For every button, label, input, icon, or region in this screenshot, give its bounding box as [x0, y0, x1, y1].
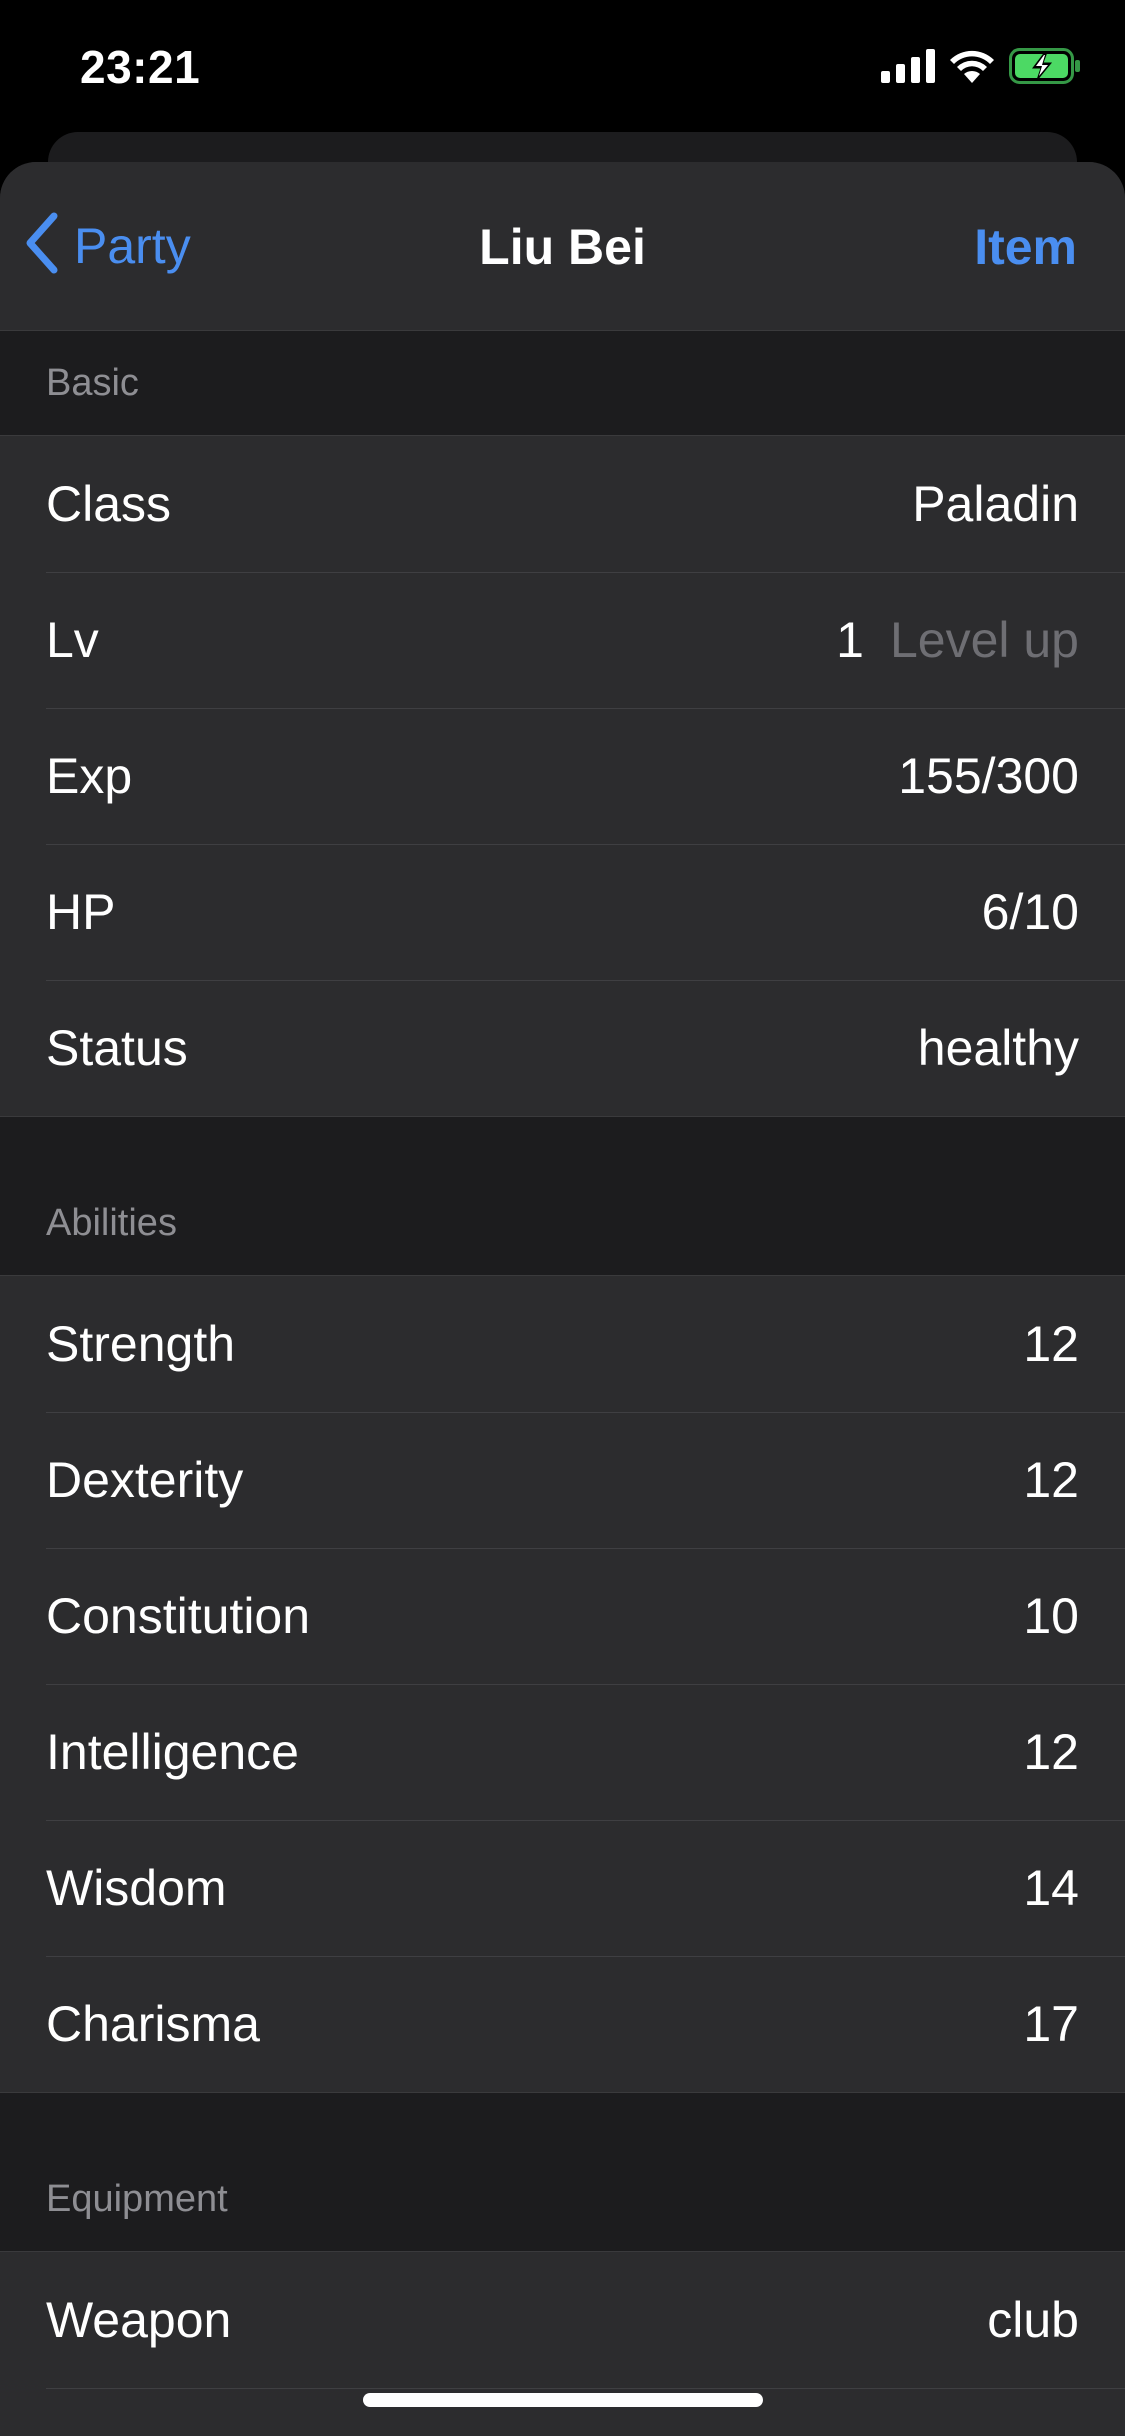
status-icons	[881, 48, 1081, 89]
status-time: 23:21	[80, 41, 201, 93]
basic-group: Class Paladin Lv 1 Level up Exp 155/300 …	[0, 435, 1125, 1117]
row-label: Charisma	[46, 1996, 260, 2052]
row-value: 1	[836, 612, 864, 668]
row-label: HP	[46, 884, 116, 940]
section-header-equipment: Equipment	[0, 2093, 1125, 2251]
section-title-abilities: Abilities	[46, 1202, 177, 1244]
row-level: Lv 1 Level up	[0, 572, 1125, 708]
row-label: Constitution	[46, 1588, 311, 1644]
row-hp: HP 6/10	[0, 844, 1125, 980]
row-label: Exp	[46, 748, 133, 804]
row-wisdom: Wisdom 14	[0, 1820, 1125, 1956]
row-value: healthy	[917, 1020, 1079, 1076]
row-label: Weapon	[46, 2292, 232, 2348]
page-title: Liu Bei	[479, 219, 646, 275]
section-title-basic: Basic	[46, 362, 139, 404]
item-button[interactable]: Item	[974, 218, 1077, 276]
row-class: Class Paladin	[0, 436, 1125, 572]
navigation-bar: Party Liu Bei Item	[0, 162, 1125, 331]
row-status: Status healthy	[0, 980, 1125, 1116]
row-label: Status	[46, 1020, 188, 1076]
row-value: 12	[1023, 1724, 1079, 1780]
row-label: Class	[46, 476, 172, 532]
equipment-group: Weapon club Shield	[0, 2251, 1125, 2436]
row-label: Dexterity	[46, 1452, 244, 1508]
section-header-abilities: Abilities	[0, 1117, 1125, 1275]
status-bar: 23:21	[0, 0, 1125, 132]
row-exp: Exp 155/300	[0, 708, 1125, 844]
screen: 23:21 Party Liu Bei Item Basic Class Pal…	[0, 0, 1125, 2436]
home-indicator[interactable]	[363, 2393, 763, 2407]
row-value: 12	[1023, 1452, 1079, 1508]
row-label: Wisdom	[46, 1860, 227, 1916]
row-intelligence: Intelligence 12	[0, 1684, 1125, 1820]
wifi-icon	[949, 49, 995, 88]
row-label: Intelligence	[46, 1724, 299, 1780]
section-header-basic: Basic	[0, 331, 1125, 435]
row-label: Lv	[46, 612, 99, 668]
row-value: Paladin	[912, 476, 1079, 532]
row-value: 10	[1023, 1588, 1079, 1644]
row-value: club	[987, 2292, 1079, 2348]
row-charisma: Charisma 17	[0, 1956, 1125, 2092]
row-label: Strength	[46, 1316, 236, 1372]
row-value: 17	[1023, 1996, 1079, 2052]
section-title-equipment: Equipment	[46, 2178, 228, 2220]
row-dexterity: Dexterity 12	[0, 1412, 1125, 1548]
abilities-group: Strength 12 Dexterity 12 Constitution 10…	[0, 1275, 1125, 2093]
row-value: 155/300	[898, 748, 1079, 804]
cellular-signal-icon	[881, 49, 935, 88]
row-weapon[interactable]: Weapon club	[0, 2252, 1125, 2388]
level-up-button[interactable]: Level up	[890, 611, 1079, 669]
row-label: Shield	[46, 2427, 1079, 2436]
row-value: 14	[1023, 1860, 1079, 1916]
row-value: 6/10	[981, 884, 1079, 940]
row-value: 12	[1023, 1316, 1079, 1372]
row-constitution: Constitution 10	[0, 1548, 1125, 1684]
battery-charging-icon	[1009, 48, 1081, 89]
row-strength: Strength 12	[0, 1276, 1125, 1412]
character-sheet: Party Liu Bei Item Basic Class Paladin L…	[0, 162, 1125, 2436]
